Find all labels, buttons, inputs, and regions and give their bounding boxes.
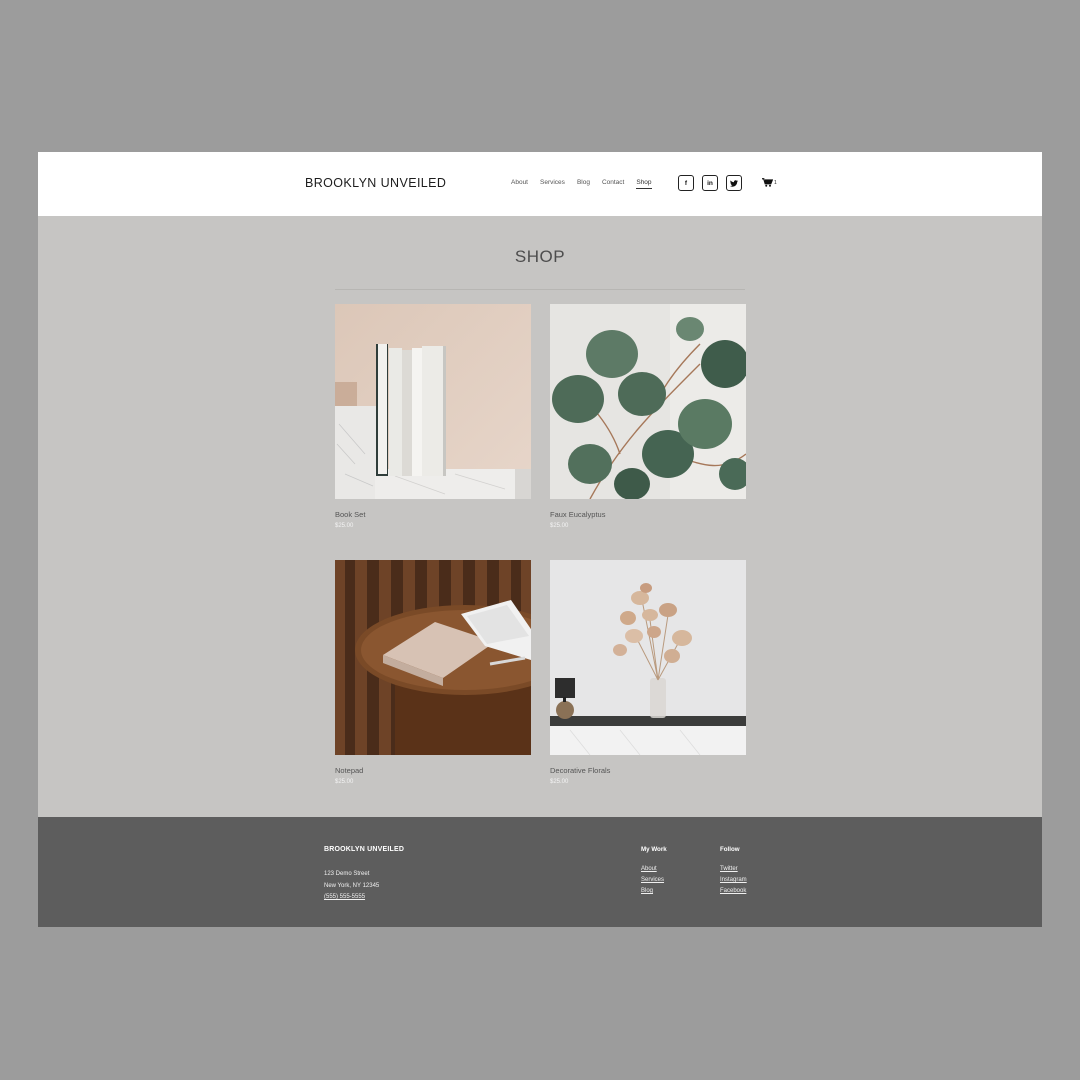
site-brand[interactable]: BROOKLYN UNVEILED [305,176,446,190]
address-line-2: New York, NY 12345 [324,882,380,889]
product-card[interactable]: Faux Eucalyptus $25.00 [550,304,746,529]
footer-link-services[interactable]: Services [641,875,667,886]
nav-contact[interactable]: Contact [602,179,624,189]
nav-about[interactable]: About [511,179,528,189]
nav-shop[interactable]: Shop [636,179,652,189]
product-image-faux-eucalyptus[interactable] [550,304,746,499]
product-image-decorative-florals[interactable] [550,560,746,755]
product-image-book-set[interactable] [335,304,531,499]
footer-my-work-heading: My Work [641,846,667,853]
cart-icon [762,178,773,187]
product-card[interactable]: Notepad $25.00 [335,560,531,785]
twitter-icon[interactable] [726,175,742,191]
footer-address: 123 Demo Street New York, NY 12345 (555)… [324,869,379,904]
nav-blog[interactable]: Blog [577,179,590,189]
product-image-notepad[interactable] [335,560,531,755]
footer-follow-heading: Follow [720,846,740,853]
footer-follow: Follow Twitter Instagram Facebook [720,846,747,898]
footer-link-blog[interactable]: Blog [641,886,667,897]
footer-brand: BROOKLYN UNVEILED [324,846,405,853]
product-card[interactable]: Book Set $25.00 [335,304,531,529]
title-divider [335,289,745,290]
product-name[interactable]: Notepad [335,766,531,775]
social-links: f in [678,175,742,191]
page-title: SHOP [514,247,566,266]
product-name[interactable]: Faux Eucalyptus [550,510,746,519]
cart-count: 1 [774,179,777,186]
main-nav: About Services Blog Contact Shop [511,179,652,189]
twitter-bird-glyph [730,179,738,187]
footer-phone-link[interactable]: (555) 555-5555 [324,892,379,904]
site-footer: BROOKLYN UNVEILED 123 Demo Street New Yo… [38,817,1042,927]
product-name[interactable]: Decorative Florals [550,766,746,775]
facebook-icon[interactable]: f [678,175,694,191]
footer-link-twitter[interactable]: Twitter [720,864,747,875]
linkedin-icon[interactable]: in [702,175,718,191]
footer-link-instagram[interactable]: Instagram [720,875,747,886]
address-line-1: 123 Demo Street [324,871,370,877]
nav-services[interactable]: Services [540,179,565,189]
product-price: $25.00 [335,779,354,785]
product-name[interactable]: Book Set [335,510,531,519]
product-card[interactable]: Decorative Florals $25.00 [550,560,746,785]
site-header: BROOKLYN UNVEILED About Services Blog Co… [38,152,1042,216]
cart-button[interactable]: 1 [762,178,777,187]
footer-link-facebook[interactable]: Facebook [720,886,747,897]
shop-section: SHOP Book Set $25.00 Faux Eucalyptus $25… [38,216,1042,817]
product-price: $25.00 [335,523,354,529]
website-frame: BROOKLYN UNVEILED About Services Blog Co… [38,152,1042,927]
product-price: $25.00 [550,779,569,785]
product-price: $25.00 [550,523,569,529]
footer-link-about[interactable]: About [641,864,667,875]
footer-my-work: My Work About Services Blog [641,846,667,898]
